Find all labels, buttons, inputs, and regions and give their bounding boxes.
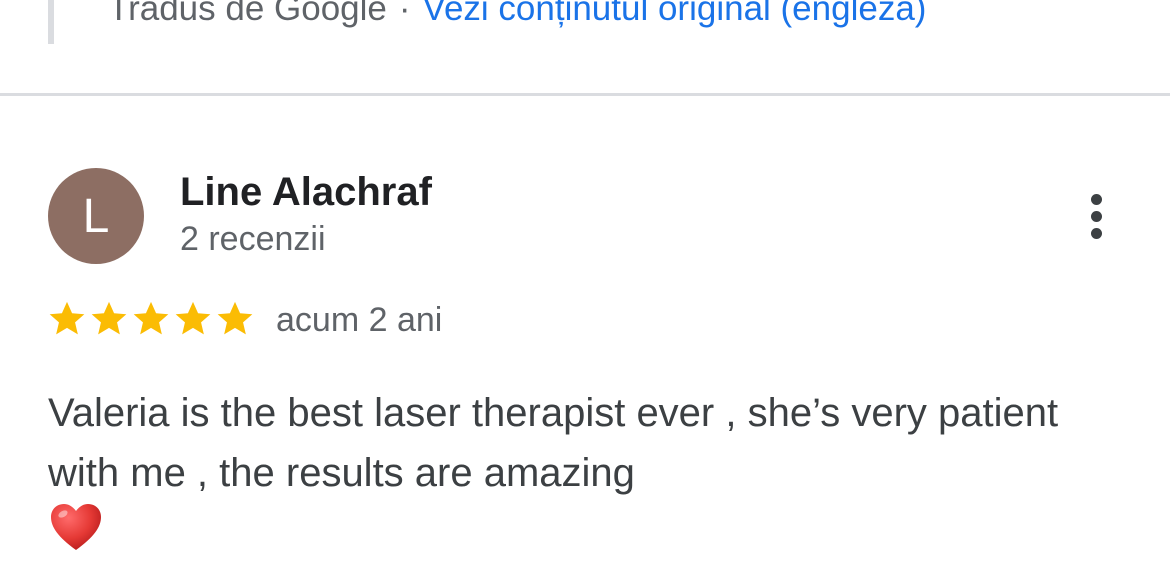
review-text: Valeria is the best laser therapist ever… — [48, 391, 1059, 495]
review-divider — [0, 93, 1170, 96]
reviewer-review-count: 2 recenzii — [180, 220, 326, 258]
star-icon — [91, 301, 127, 335]
star-rating — [46, 298, 256, 340]
more-options-button[interactable] — [1074, 186, 1118, 246]
more-vert-icon-dot — [1090, 210, 1102, 222]
more-vert-icon-dot — [1090, 193, 1102, 205]
translation-attribution: Tradus de Google · Vezi conținutul origi… — [48, 0, 926, 44]
red-heart-icon — [51, 504, 101, 550]
view-original-link[interactable]: Vezi conținutul original (engleză) — [423, 0, 927, 29]
star-icon — [133, 301, 169, 335]
avatar-letter: L — [82, 189, 110, 243]
star-icon — [49, 301, 85, 335]
review-page: Tradus de Google · Vezi conținutul origi… — [0, 0, 1170, 571]
star-icon — [175, 301, 211, 335]
avatar[interactable]: L — [48, 168, 144, 264]
separator-dot: · — [398, 0, 411, 28]
star-icon — [217, 301, 253, 335]
review-time: acum 2 ani — [276, 301, 443, 339]
reviewer-name[interactable]: Line Alachraf — [180, 170, 432, 215]
translated-by-label: Tradus de Google — [108, 0, 387, 28]
more-vert-icon-dot — [1090, 227, 1102, 239]
